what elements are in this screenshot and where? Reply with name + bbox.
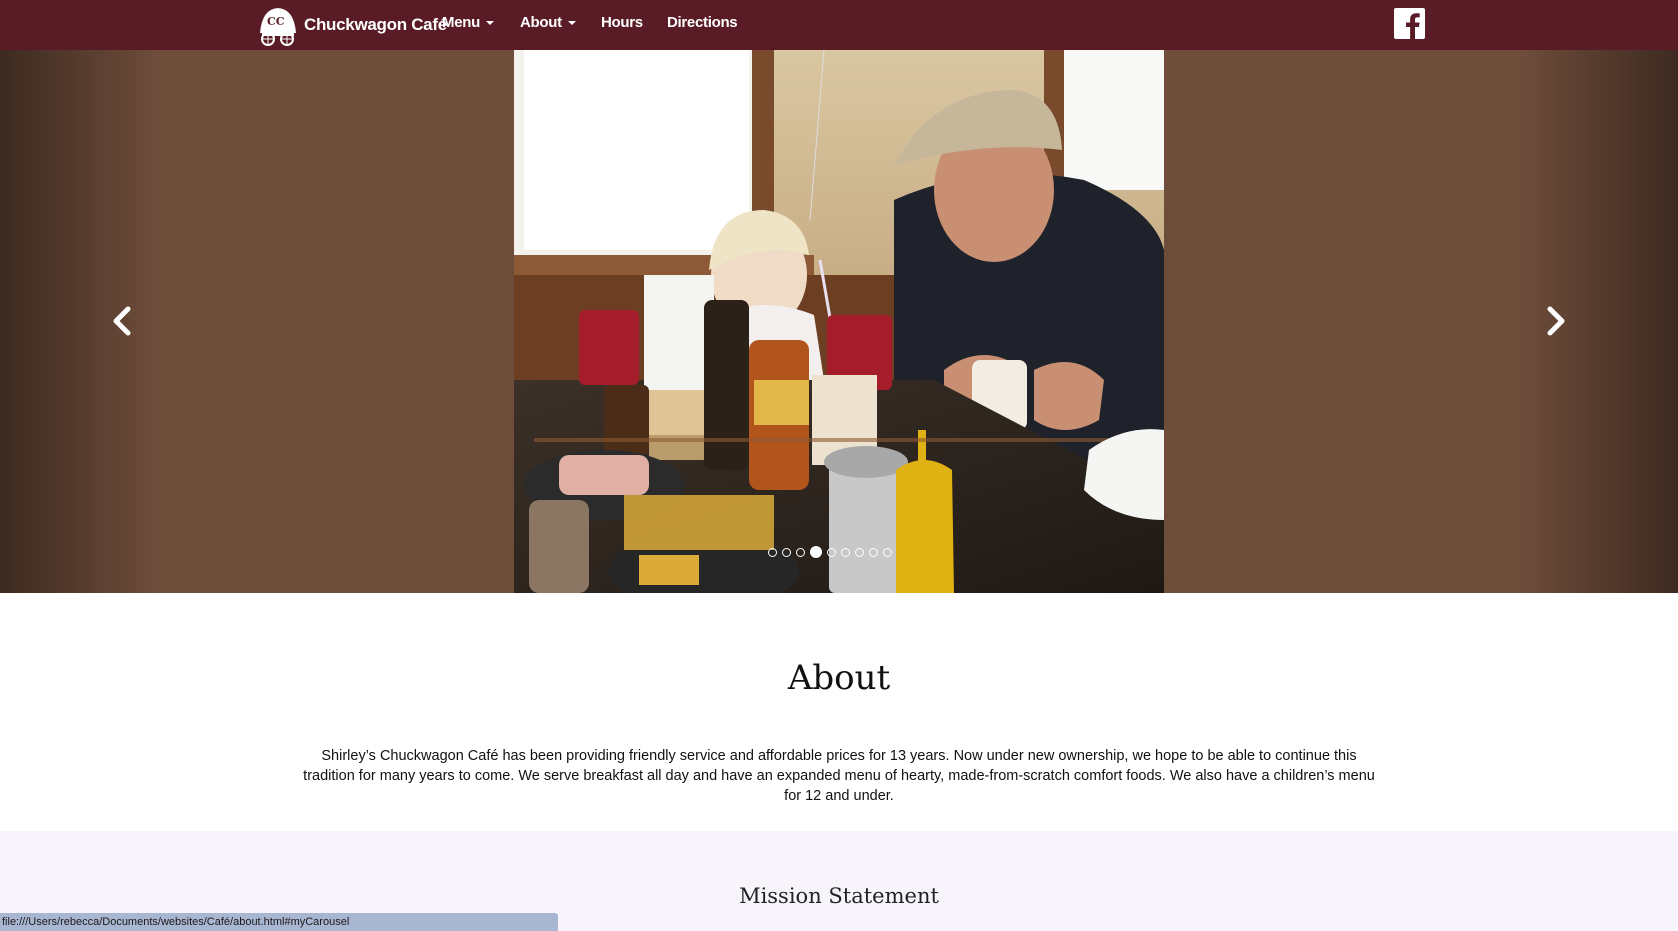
nav-menu-dropdown[interactable]: Menu bbox=[442, 14, 494, 31]
brand-logo-text: CC bbox=[267, 15, 285, 28]
brand-name: Chuckwagon Café bbox=[304, 15, 447, 34]
brand-link[interactable]: CC Chuckwagon Café bbox=[256, 4, 447, 46]
top-navbar: CC Chuckwagon Café Menu About Hours Dire… bbox=[0, 0, 1678, 50]
nav-hours-link[interactable]: Hours bbox=[601, 14, 643, 31]
about-heading: About bbox=[787, 658, 891, 698]
nav-directions-label: Directions bbox=[667, 14, 738, 31]
chevron-left-icon bbox=[113, 306, 131, 336]
carousel-next-button[interactable] bbox=[1540, 306, 1570, 336]
photo-carousel bbox=[0, 50, 1678, 593]
facebook-icon bbox=[1406, 13, 1420, 39]
carousel-indicator-dot[interactable] bbox=[782, 547, 791, 557]
carousel-indicator-dot[interactable] bbox=[883, 547, 892, 557]
nav-about-dropdown[interactable]: About bbox=[520, 14, 576, 31]
carousel-indicator-dot[interactable] bbox=[810, 546, 822, 558]
chevron-right-icon bbox=[1547, 306, 1565, 336]
chuckwagon-logo-icon: CC bbox=[260, 8, 296, 46]
facebook-link[interactable] bbox=[1394, 8, 1425, 39]
carousel-indicators bbox=[768, 546, 892, 558]
nav-menu-label: Menu bbox=[442, 14, 480, 31]
carousel-slide-image bbox=[514, 50, 1164, 593]
carousel-indicator-dot[interactable] bbox=[796, 547, 805, 557]
browser-status-bar: file:///Users/rebecca/Documents/websites… bbox=[0, 913, 558, 931]
nav-directions-link[interactable]: Directions bbox=[667, 14, 738, 31]
carousel-indicator-dot[interactable] bbox=[869, 547, 878, 557]
nav-about-label: About bbox=[520, 14, 562, 31]
carousel-indicator-dot[interactable] bbox=[841, 547, 850, 557]
about-paragraph: Shirley’s Chuckwagon Café has been provi… bbox=[303, 748, 1375, 804]
carousel-indicator-dot[interactable] bbox=[855, 547, 864, 557]
mission-heading: Mission Statement bbox=[739, 884, 939, 908]
carousel-indicator-dot[interactable] bbox=[827, 547, 836, 557]
caret-down-icon bbox=[485, 21, 494, 26]
caret-down-icon bbox=[567, 21, 576, 26]
nav-hours-label: Hours bbox=[601, 14, 643, 31]
carousel-prev-button[interactable] bbox=[108, 306, 138, 336]
carousel-indicator-dot[interactable] bbox=[768, 547, 777, 557]
